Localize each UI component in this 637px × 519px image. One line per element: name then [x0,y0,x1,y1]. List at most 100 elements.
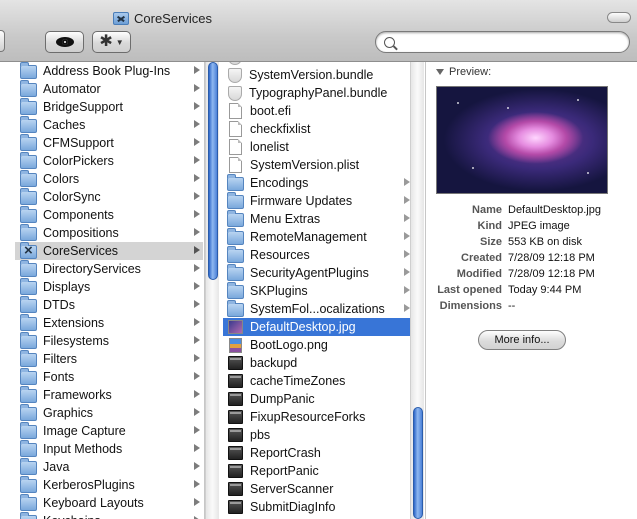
search-field[interactable] [375,31,630,53]
preview-toggle[interactable]: Preview: [436,66,491,78]
middle-column-item-label: BootLogo.png [250,338,328,352]
left-column-item-label: KerberosPlugins [43,478,135,492]
left-column-item-label: Extensions [43,316,105,330]
left-column-item[interactable]: DirectoryServices [15,260,203,278]
middle-column-item[interactable]: SecurityAgentPlugins [223,264,411,282]
middle-column-item[interactable]: ReportPanic [223,462,411,480]
file-info-value: 7/28/09 12:18 PM [508,268,595,280]
file-info-value: JPEG image [508,220,570,232]
folder-icon [20,440,37,457]
folder-icon [227,192,244,209]
left-column-item[interactable]: Filesystems [15,332,203,350]
search-input[interactable] [400,35,620,49]
middle-column-item[interactable]: pbs [223,426,411,444]
left-column-item[interactable]: Extensions [15,314,203,332]
scrollbar-middle-column[interactable] [410,62,424,519]
left-column-item[interactable]: Compositions [15,224,203,242]
middle-column-item[interactable]: backupd [223,354,411,372]
left-column-item-label: Keychains [43,514,101,519]
left-column-item[interactable]: CFMSupport [15,134,203,152]
middle-column-item[interactable]: checkfixlist [223,120,411,138]
folder-icon [20,188,37,205]
middle-column-item[interactable]: DefaultDesktop.jpg [223,318,411,336]
more-info-button[interactable]: More info... [478,330,566,350]
left-column-item[interactable]: ColorSync [15,188,203,206]
middle-column-item-label: cacheTimeZones [250,374,346,388]
folder-icon [20,350,37,367]
middle-column-item[interactable]: SystemVersion.plist [223,156,411,174]
chevron-right-icon [194,390,200,398]
chevron-right-icon [194,192,200,200]
left-column-item[interactable]: Frameworks [15,386,203,404]
middle-column-item-label: boot.efi [250,104,292,118]
action-menu-button[interactable]: ✱ ▼ [92,31,131,53]
toolbar-toggle-button[interactable] [607,12,631,23]
left-column-item[interactable]: CoreServices [15,242,203,260]
middle-column-item[interactable]: ReportCrash [223,444,411,462]
left-column-item-label: Input Methods [43,442,123,456]
left-column-item[interactable]: Colors [15,170,203,188]
middle-column-item-label: SubmitDiagInfo [250,500,336,514]
middle-column-item[interactable]: TypographyPanel.bundle [223,84,411,102]
left-column-item-label: ColorSync [43,190,101,204]
left-column-item[interactable]: Input Methods [15,440,203,458]
file-info-key: Modified [456,268,502,280]
middle-column-item[interactable]: cacheTimeZones [223,372,411,390]
chevron-right-icon [194,228,200,236]
middle-column-item[interactable]: FixupResourceForks [223,408,411,426]
left-column-item[interactable]: Caches [15,116,203,134]
left-column-item[interactable]: Keychains [15,512,203,519]
preview-column: Preview: Name DefaultDesktop.jpg Kind JPEG … [427,62,637,519]
left-column-item[interactable]: Graphics [15,404,203,422]
middle-column-item[interactable]: BootLogo.png [223,336,411,354]
middle-column-item-label: Resources [250,248,310,262]
middle-column-item[interactable]: SubmitDiagInfo [223,498,411,516]
coreservices-folder-icon [113,11,129,25]
middle-column-item[interactable]: Firmware Updates [223,192,411,210]
back-forward-button[interactable] [0,30,5,52]
left-column-item[interactable]: Keyboard Layouts [15,494,203,512]
chevron-right-icon [194,210,200,218]
middle-column-item[interactable]: Encodings [223,174,411,192]
middle-column-item[interactable]: lonelist [223,138,411,156]
middle-column-item[interactable]: SKPlugins [223,282,411,300]
left-column-item[interactable]: KerberosPlugins [15,476,203,494]
middle-column-item[interactable]: boot.efi [223,102,411,120]
left-column-item-label: Image Capture [43,424,126,438]
left-column-item-label: Colors [43,172,80,186]
folder-icon [227,300,244,317]
middle-column-item-label: Menu Extras [250,212,321,226]
left-column-item-label: Graphics [43,406,94,420]
middle-column-item[interactable]: Menu Extras [223,210,411,228]
middle-column-item[interactable]: SystemFol...ocalizations [223,300,411,318]
chevron-down-icon: ▼ [115,37,124,47]
executable-icon [228,356,243,370]
left-column-item[interactable]: ColorPickers [15,152,203,170]
left-column-item[interactable]: Displays [15,278,203,296]
middle-column-item[interactable]: SystemVersion.bundle [223,66,411,84]
left-column-item[interactable]: Fonts [15,368,203,386]
middle-column-item[interactable]: RemoteManagement [223,228,411,246]
left-column-item[interactable]: BridgeSupport [15,98,203,116]
left-column-item-label: Address Book Plug-Ins [43,64,171,78]
middle-column-item-label: SystemVersion.plist [250,158,360,172]
left-column-item[interactable]: Components [15,206,203,224]
middle-column-item[interactable]: ServerScanner [223,480,411,498]
left-column-item[interactable]: Filters [15,350,203,368]
left-column-item-label: BridgeSupport [43,100,123,114]
middle-column-item[interactable]: Resources [223,246,411,264]
folder-icon [20,458,37,475]
left-column-item[interactable]: Address Book Plug-Ins [15,62,203,80]
file-info-value: 7/28/09 12:18 PM [508,252,595,264]
left-column-item[interactable]: Java [15,458,203,476]
middle-column-item-label: ReportPanic [250,464,319,478]
middle-column-item[interactable]: DumpPanic [223,390,411,408]
quick-look-button[interactable] [45,31,84,53]
left-column-item[interactable]: Image Capture [15,422,203,440]
left-column-item[interactable]: DTDs [15,296,203,314]
scrollbar-thumb-middle[interactable] [413,407,423,519]
chevron-right-icon [194,120,200,128]
left-column-item-label: Filters [43,352,78,366]
left-column-item[interactable]: Automator [15,80,203,98]
middle-column-item-label: FixupResourceForks [250,410,366,424]
